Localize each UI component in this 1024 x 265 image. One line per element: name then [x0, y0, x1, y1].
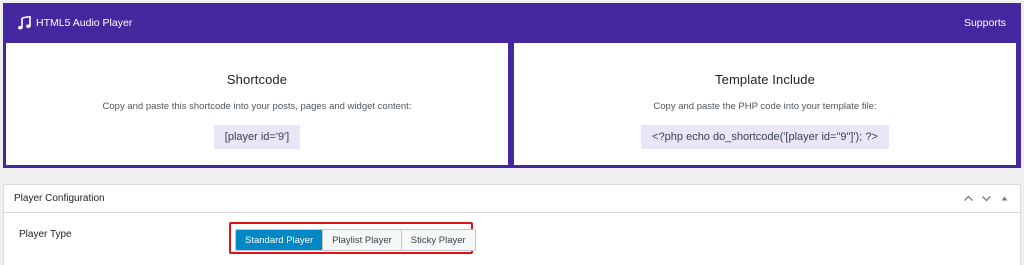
box-controls: [962, 193, 1010, 205]
info-cards: Shortcode Copy and paste this shortcode …: [6, 43, 1018, 165]
plugin-header-panel: HTML5 Audio Player Supports Shortcode Co…: [3, 3, 1021, 168]
sticky-player-option[interactable]: Sticky Player: [401, 230, 475, 250]
supports-link[interactable]: Supports: [964, 17, 1006, 29]
config-header: Player Configuration: [4, 185, 1020, 213]
shortcode-description: Copy and paste this shortcode into your …: [102, 101, 412, 112]
music-note-icon: [17, 16, 31, 30]
triangle-up-icon[interactable]: [998, 193, 1010, 205]
chevron-up-icon[interactable]: [962, 193, 974, 205]
chevron-down-icon[interactable]: [980, 193, 992, 205]
shortcode-card: Shortcode Copy and paste this shortcode …: [6, 43, 508, 165]
shortcode-title: Shortcode: [226, 72, 288, 87]
template-include-code[interactable]: <?php echo do_shortcode('[player id="9"]…: [641, 125, 889, 149]
app-title: HTML5 Audio Player: [36, 17, 133, 29]
config-title: Player Configuration: [14, 193, 105, 204]
template-include-description: Copy and paste the PHP code into your te…: [653, 101, 877, 112]
player-type-highlight: Standard Player Playlist Player Sticky P…: [229, 222, 476, 254]
player-type-switch: Standard Player Playlist Player Sticky P…: [235, 229, 476, 251]
playlist-player-option[interactable]: Playlist Player: [323, 230, 402, 250]
player-type-row: Player Type Standard Player Playlist Pla…: [4, 213, 1020, 265]
player-type-label: Player Type: [19, 229, 72, 240]
template-include-card: Template Include Copy and paste the PHP …: [514, 43, 1016, 165]
player-configuration-box: Player Configuration Player Type Standar…: [3, 184, 1021, 265]
brand: HTML5 Audio Player: [17, 16, 132, 30]
standard-player-option[interactable]: Standard Player: [236, 230, 324, 250]
top-bar: HTML5 Audio Player Supports: [3, 3, 1021, 43]
template-include-title: Template Include: [715, 72, 815, 87]
shortcode-code[interactable]: [player id='9']: [213, 125, 301, 149]
